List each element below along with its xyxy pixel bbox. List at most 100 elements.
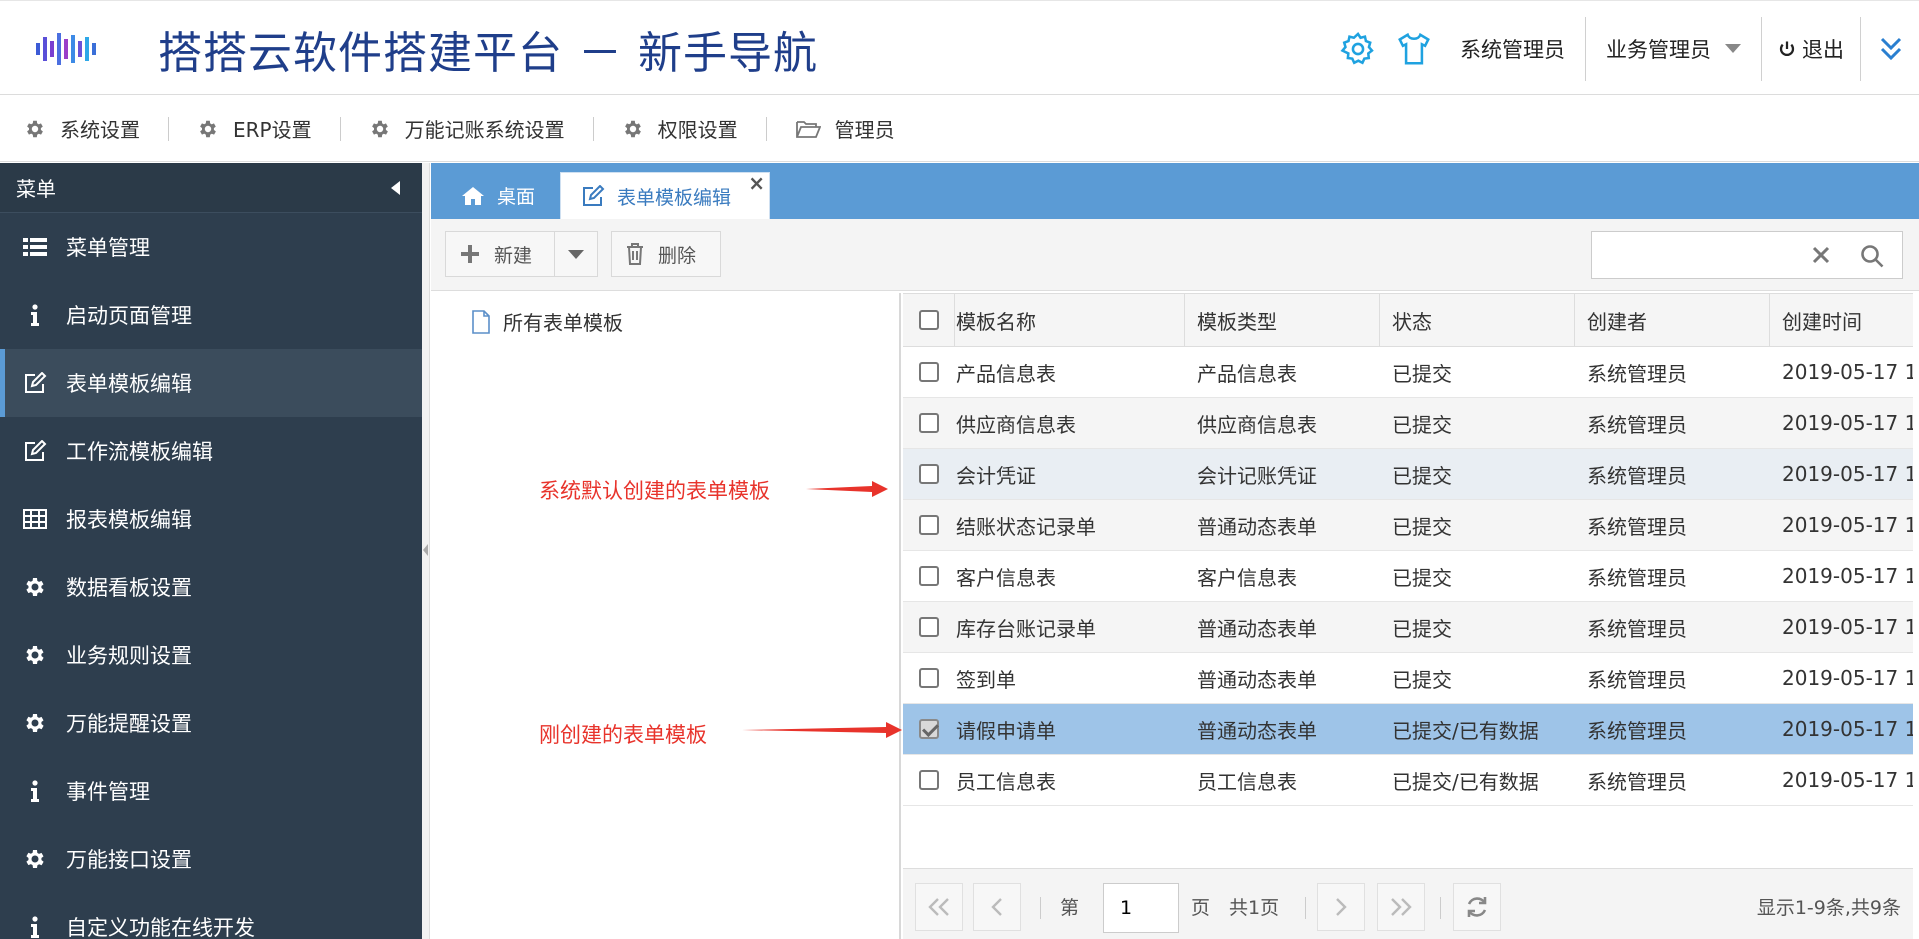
cell-creator: 系统管理员: [1587, 718, 1687, 743]
row-checkbox[interactable]: [919, 413, 939, 433]
topnav-item-erp-settings[interactable]: ERP设置: [197, 114, 340, 143]
cell-created: 2019-05-17 15...: [1782, 513, 1913, 537]
sidebar-item-label: 事件管理: [66, 780, 150, 804]
last-page-button[interactable]: [1377, 883, 1425, 931]
row-checkbox[interactable]: [919, 362, 939, 382]
new-button[interactable]: 新建: [445, 231, 555, 277]
cell-creator: 系统管理员: [1587, 769, 1687, 794]
table-row[interactable]: 员工信息表 员工信息表 已提交/已有数据 系统管理员 2019-05-17 15...: [903, 755, 1913, 806]
sidebar-item-label: 工作流模板编辑: [66, 440, 213, 464]
user-name[interactable]: 系统管理员: [1456, 17, 1585, 81]
sidebar-item-dashboard-settings[interactable]: 数据看板设置: [0, 553, 422, 621]
page-number-input[interactable]: [1103, 883, 1179, 933]
role-dropdown[interactable]: 业务管理员: [1586, 17, 1761, 81]
tree-node-label: 所有表单模板: [503, 311, 623, 335]
column-header-creator[interactable]: 创建者: [1575, 294, 1770, 346]
row-checkbox[interactable]: [919, 770, 939, 790]
row-checkbox[interactable]: [919, 464, 939, 484]
cell-created: 2019-05-17 15...: [1782, 411, 1913, 435]
annotation-default-templates: 系统默认创建的表单模板: [539, 479, 770, 503]
table-row[interactable]: 会计凭证 会计记账凭证 已提交 系统管理员 2019-05-17 15...: [903, 449, 1913, 500]
template-grid: 模板名称 模板类型 状态 创建者 创建时间 产品信息表 产品信息表 已提交 系统管理员…: [903, 293, 1913, 939]
expand-header-button[interactable]: [1861, 17, 1919, 81]
row-checkbox-cell: [903, 755, 955, 805]
clear-icon[interactable]: [1808, 242, 1834, 268]
caret-down-icon: [1725, 44, 1741, 53]
row-checkbox[interactable]: [919, 515, 939, 535]
row-checkbox-cell: [903, 347, 955, 397]
column-header-type[interactable]: 模板类型: [1185, 294, 1380, 346]
cell-type: 供应商信息表: [1197, 412, 1317, 437]
row-checkbox[interactable]: [919, 719, 939, 739]
row-checkbox-cell: [903, 602, 955, 652]
topnav-item-system-settings[interactable]: 系统设置: [24, 114, 168, 143]
column-header-name[interactable]: 模板名称: [955, 294, 1185, 346]
select-all-checkbox[interactable]: [918, 310, 939, 330]
sidebar-item-form-template-edit[interactable]: 表单模板编辑: [0, 349, 422, 417]
table-row[interactable]: 库存台账记录单 普通动态表单 已提交 系统管理员 2019-05-17 15...: [903, 602, 1913, 653]
sidebar-item-event-management[interactable]: 事件管理: [0, 757, 422, 825]
topnav-divider: [765, 116, 767, 141]
tree-node-all-templates[interactable]: 所有表单模板: [471, 307, 623, 336]
page-prefix: 第: [1060, 897, 1080, 919]
search-input[interactable]: [1600, 238, 1800, 272]
search-icon[interactable]: [1858, 242, 1886, 270]
gear-icon: [371, 120, 388, 137]
new-dropdown-button[interactable]: [554, 231, 598, 277]
tab-form-template-edit[interactable]: 表单模板编辑 ×: [560, 171, 770, 219]
sidebar-item-workflow-template-edit[interactable]: 工作流模板编辑: [0, 417, 422, 485]
row-checkbox[interactable]: [919, 566, 939, 586]
row-checkbox[interactable]: [919, 668, 939, 688]
table-row[interactable]: 签到单 普通动态表单 已提交 系统管理员 2019-05-17 15...: [903, 653, 1913, 704]
sidebar-item-custom-dev[interactable]: 自定义功能在线开发: [0, 893, 422, 939]
refresh-button[interactable]: [1453, 883, 1501, 931]
delete-button-label: 删除: [658, 244, 697, 267]
sidebar-item-api-settings[interactable]: 万能接口设置: [0, 825, 422, 893]
logout-button[interactable]: 退出: [1762, 17, 1860, 81]
sidebar-item-reminder-settings[interactable]: 万能提醒设置: [0, 689, 422, 757]
topnav-item-admin[interactable]: 管理员: [795, 114, 923, 143]
gear-icon: [27, 120, 43, 137]
info-icon: [22, 302, 48, 328]
sidebar-splitter[interactable]: [422, 163, 430, 939]
topnav-item-permission-settings[interactable]: 权限设置: [622, 114, 766, 143]
first-page-button[interactable]: [915, 883, 963, 931]
table-row[interactable]: 客户信息表 客户信息表 已提交 系统管理员 2019-05-17 15...: [903, 551, 1913, 602]
cell-creator: 系统管理员: [1587, 463, 1687, 488]
topnav-label: ERP设置: [233, 118, 312, 142]
table-row[interactable]: 结账状态记录单 普通动态表单 已提交 系统管理员 2019-05-17 15...: [903, 500, 1913, 551]
cell-name: 供应商信息表: [956, 412, 1076, 437]
cell-created: 2019-05-17 15...: [1782, 666, 1913, 690]
topnav-item-accounting-settings[interactable]: 万能记账系统设置: [369, 114, 593, 143]
power-icon: [1779, 41, 1795, 56]
next-page-button[interactable]: [1317, 883, 1365, 931]
settings-gear-icon[interactable]: [1336, 27, 1380, 71]
role-dropdown-label: 业务管理员: [1606, 37, 1711, 62]
top-nav: 系统设置 ERP设置 万能记账系统设置 权限设置 管理员: [0, 96, 1919, 162]
cell-name: 结账状态记录单: [956, 514, 1096, 539]
gear-icon: [22, 574, 48, 600]
total-pages: 共1页: [1229, 897, 1280, 919]
sidebar-item-startup-page[interactable]: 启动页面管理: [0, 281, 422, 349]
row-checkbox[interactable]: [919, 617, 939, 637]
collapse-arrow-icon: [423, 544, 428, 556]
table-row[interactable]: 请假申请单 普通动态表单 已提交/已有数据 系统管理员 2019-05-17 15...: [903, 704, 1913, 755]
theme-shirt-icon[interactable]: [1392, 27, 1436, 71]
prev-page-button[interactable]: [973, 883, 1021, 931]
collapse-left-icon[interactable]: [391, 181, 400, 195]
cell-name: 会计凭证: [956, 463, 1036, 488]
table-row[interactable]: 供应商信息表 供应商信息表 已提交 系统管理员 2019-05-17 15...: [903, 398, 1913, 449]
close-icon[interactable]: ×: [748, 171, 765, 195]
topnav-label: 管理员: [834, 118, 895, 142]
column-header-status[interactable]: 状态: [1380, 294, 1575, 346]
sidebar-item-business-rules[interactable]: 业务规则设置: [0, 621, 422, 689]
topnav-label: 万能记账系统设置: [404, 118, 565, 142]
delete-button[interactable]: 删除: [611, 231, 721, 277]
table-row[interactable]: 产品信息表 产品信息表 已提交 系统管理员 2019-05-17 15...: [903, 347, 1913, 398]
sidebar-item-report-template-edit[interactable]: 报表模板编辑: [0, 485, 422, 553]
column-header-created[interactable]: 创建时间: [1770, 294, 1913, 346]
tab-desktop[interactable]: 桌面: [461, 172, 535, 219]
sidebar-item-menu-management[interactable]: 菜单管理: [0, 213, 422, 281]
cell-name: 产品信息表: [956, 361, 1056, 386]
cell-created: 2019-05-17 15...: [1782, 564, 1913, 588]
